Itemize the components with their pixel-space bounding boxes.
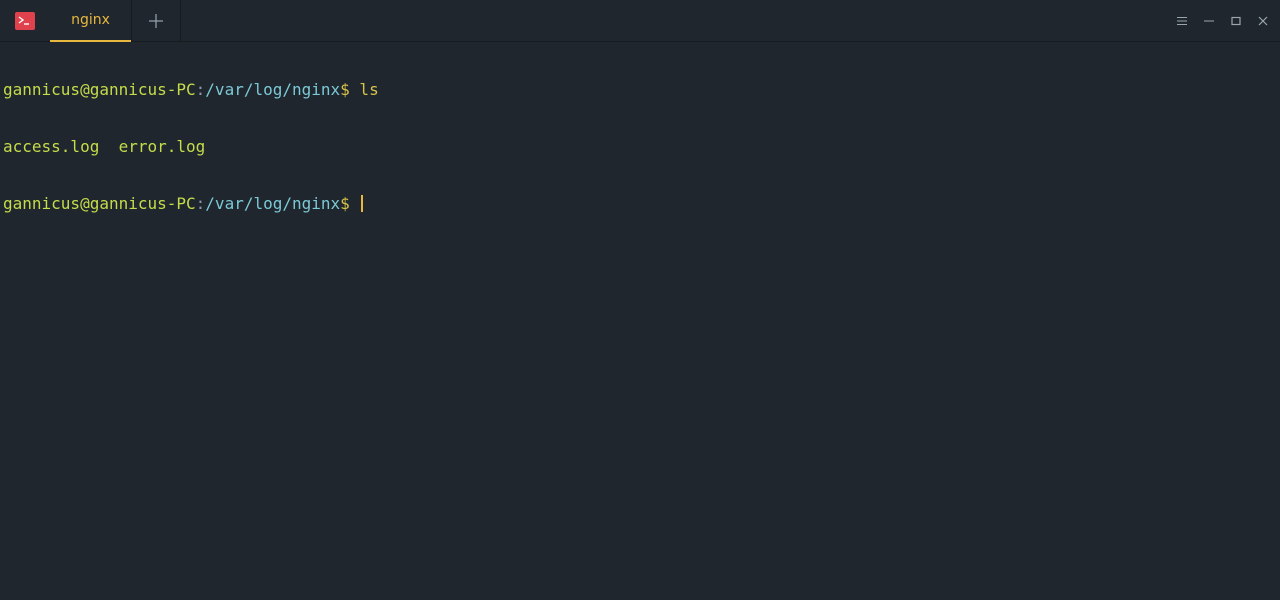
terminal-line: access.log error.log bbox=[3, 137, 1280, 156]
minimize-icon bbox=[1203, 20, 1214, 22]
terminal-line: gannicus@gannicus-PC:/var/log/nginx$ bbox=[3, 194, 1280, 213]
terminal-app-icon[interactable] bbox=[15, 12, 35, 30]
terminal-output[interactable]: gannicus@gannicus-PC:/var/log/nginx$ ls … bbox=[3, 42, 1280, 600]
prompt-user: gannicus@gannicus-PC bbox=[3, 194, 196, 213]
terminal-window: nginx gannicus@gannicus-PC:/var/log/ngin… bbox=[0, 0, 1280, 600]
prompt-dollar: $ bbox=[340, 80, 350, 99]
command-output: access.log error.log bbox=[3, 137, 206, 156]
prompt-dollar: $ bbox=[340, 194, 350, 213]
prompt-path: /var/log/nginx bbox=[205, 194, 341, 213]
prompt-colon: : bbox=[195, 194, 206, 213]
close-icon bbox=[1258, 16, 1267, 26]
app-icon-area[interactable] bbox=[0, 0, 50, 42]
minimize-button[interactable] bbox=[1195, 0, 1222, 42]
command-text bbox=[350, 194, 360, 213]
maximize-icon bbox=[1230, 16, 1241, 26]
text-cursor bbox=[361, 195, 364, 212]
maximize-button[interactable] bbox=[1222, 0, 1249, 42]
prompt-colon: : bbox=[195, 80, 206, 99]
terminal-line: gannicus@gannicus-PC:/var/log/nginx$ ls bbox=[3, 80, 1280, 99]
close-button[interactable] bbox=[1249, 0, 1276, 42]
tab-label: nginx bbox=[71, 12, 110, 28]
new-tab-button[interactable] bbox=[132, 0, 180, 42]
prompt-user: gannicus@gannicus-PC bbox=[3, 80, 196, 99]
menu-button[interactable] bbox=[1168, 0, 1195, 42]
prompt-path: /var/log/nginx bbox=[205, 80, 341, 99]
command-text: ls bbox=[349, 80, 379, 99]
tab-nginx[interactable]: nginx bbox=[50, 0, 131, 42]
plus-icon bbox=[149, 14, 163, 28]
titlebar: nginx bbox=[0, 0, 1280, 42]
window-controls bbox=[1168, 0, 1280, 42]
menu-icon bbox=[1176, 17, 1187, 25]
